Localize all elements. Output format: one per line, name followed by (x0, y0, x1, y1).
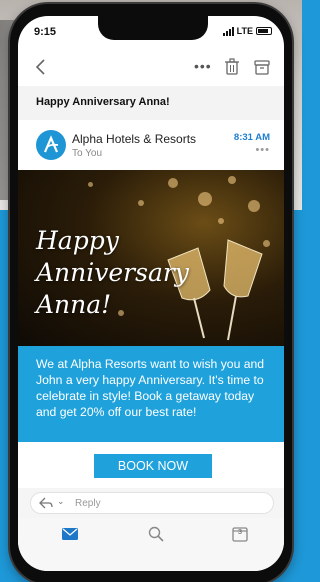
more-icon[interactable]: ••• (194, 58, 212, 74)
email-body: We at Alpha Resorts want to wish you and… (18, 346, 284, 442)
phone-notch (98, 16, 208, 40)
reply-bar: ⌄ Reply (18, 488, 284, 518)
archive-icon[interactable] (254, 58, 270, 76)
reply-placeholder: Reply (75, 498, 101, 509)
status-time: 9:15 (34, 26, 57, 38)
signal-icon (222, 26, 234, 36)
chevron-down-icon[interactable]: ⌄ (57, 496, 65, 507)
network-label: LTE (236, 26, 253, 36)
mail-icon[interactable] (62, 528, 78, 540)
tab-bar: 3 (18, 518, 284, 571)
avatar (36, 130, 66, 160)
subject-bar: Happy Anniversary Anna! (18, 86, 284, 120)
trash-icon[interactable] (224, 58, 240, 76)
sender-row[interactable]: Alpha Hotels & Resorts To You 8:31 AM ••… (18, 120, 284, 170)
phone-screen: 9:15 LTE ••• Happy Anniversary Anna! Alp… (18, 16, 284, 571)
hero-line-3: Anna! (36, 290, 112, 319)
cta-section: BOOK NOW (18, 442, 284, 488)
search-icon[interactable] (148, 526, 164, 542)
alpha-logo-icon (43, 135, 59, 153)
status-right: LTE (222, 26, 272, 36)
calendar-day: 3 (238, 529, 242, 536)
book-now-button[interactable]: BOOK NOW (94, 454, 212, 478)
sender-more-icon[interactable]: ••• (255, 144, 270, 156)
back-icon[interactable] (34, 58, 48, 76)
hero-image: Happy Anniversary Anna! (18, 170, 284, 346)
sender-name: Alpha Hotels & Resorts (72, 132, 197, 146)
reply-icon[interactable] (39, 497, 53, 509)
battery-icon (256, 27, 272, 35)
email-time: 8:31 AM (233, 132, 270, 143)
email-subject: Happy Anniversary Anna! (36, 96, 170, 108)
reply-input[interactable]: ⌄ Reply (30, 492, 274, 514)
recipient-label: To You (72, 148, 103, 159)
email-toolbar: ••• (18, 52, 284, 82)
hero-line-2: Anniversary (36, 258, 189, 287)
hero-line-1: Happy (36, 226, 119, 255)
